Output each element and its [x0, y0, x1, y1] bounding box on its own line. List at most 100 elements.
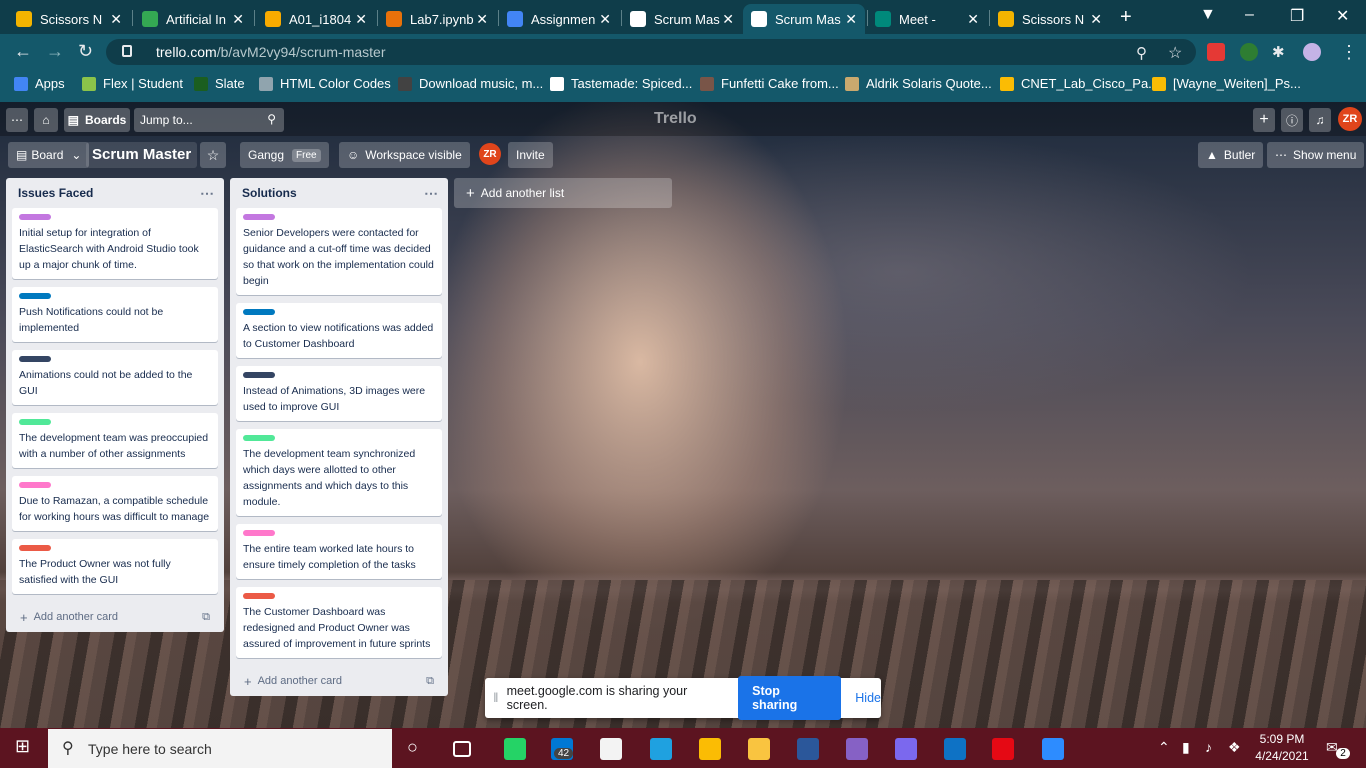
card-label[interactable] — [19, 419, 51, 425]
bookmark-item[interactable]: Download music, m... — [398, 76, 543, 91]
add-card-button[interactable]: + Add another card ⧉ — [230, 666, 448, 696]
card[interactable]: The entire team worked late hours to ens… — [236, 524, 442, 579]
star-board-icon[interactable]: ☆ — [200, 142, 226, 168]
card[interactable]: A section to view notifications was adde… — [236, 303, 442, 358]
member-avatar[interactable]: ZR — [1338, 107, 1362, 131]
visual-studio-icon[interactable] — [846, 738, 868, 760]
card-label[interactable] — [19, 293, 51, 299]
card-label[interactable] — [243, 214, 275, 220]
zoom-icon[interactable]: ⚲ — [1136, 44, 1147, 62]
back-button[interactable]: ← — [14, 41, 32, 62]
tab-search-icon[interactable]: ▼ — [1200, 6, 1216, 24]
card[interactable]: The development team was preoccupied wit… — [12, 413, 218, 468]
browser-tab[interactable]: Scissors N ✕ — [8, 4, 130, 34]
card[interactable]: Senior Developers were contacted for gui… — [236, 208, 442, 295]
card[interactable]: Due to Ramazan, a compatible schedule fo… — [12, 476, 218, 531]
browser-tab[interactable]: Artificial In ✕ — [134, 4, 252, 34]
browser-tab[interactable]: A01_i1804 ✕ — [257, 4, 375, 34]
card-label[interactable] — [243, 372, 275, 378]
chrome-menu-icon[interactable]: ⋮ — [1340, 42, 1358, 63]
bookmark-item[interactable]: CNET_Lab_Cisco_Pa... — [1000, 76, 1159, 91]
card-label[interactable] — [243, 435, 275, 441]
whatsapp-icon[interactable] — [504, 738, 526, 760]
close-tab-icon[interactable]: ✕ — [355, 11, 367, 28]
zoom-icon[interactable] — [1042, 738, 1064, 760]
close-tab-icon[interactable]: ✕ — [722, 11, 734, 28]
windows-start-icon[interactable]: ⊞ — [15, 736, 30, 757]
clock[interactable]: 5:09 PM 4/24/2021 — [1252, 732, 1312, 763]
task-view-icon[interactable] — [453, 741, 471, 757]
bookmark-item[interactable]: [Wayne_Weiten]_Ps... — [1152, 76, 1301, 91]
list-title[interactable]: Issues Faced — [18, 186, 93, 200]
bookmark-item[interactable]: Funfetti Cake from... — [700, 76, 839, 91]
bookmark-item[interactable]: Apps — [14, 76, 65, 91]
jump-to-search[interactable]: Jump to... ⚲ — [134, 108, 284, 132]
lock-icon[interactable] — [122, 45, 132, 57]
card[interactable]: Instead of Animations, 3D images were us… — [236, 366, 442, 421]
board-member-avatar[interactable]: ZR — [479, 143, 501, 165]
create-plus-icon[interactable]: + — [1253, 108, 1275, 132]
browser-tab[interactable]: Scrum Mas ✕ — [622, 4, 742, 34]
list-title[interactable]: Solutions — [242, 186, 297, 200]
close-tab-icon[interactable]: ✕ — [967, 11, 979, 28]
card-label[interactable] — [19, 214, 51, 220]
show-menu-button[interactable]: ⋯ Show menu — [1267, 142, 1365, 168]
browser-icon[interactable] — [944, 738, 966, 760]
home-icon[interactable]: ⌂ — [34, 108, 58, 132]
close-tab-icon[interactable]: ✕ — [110, 11, 122, 28]
extension-icon[interactable] — [1240, 43, 1258, 61]
drag-handle-icon[interactable]: ‖ — [485, 691, 507, 705]
butler-button[interactable]: ▲ Butler — [1198, 142, 1264, 168]
bookmark-item[interactable]: Aldrik Solaris Quote... — [845, 76, 992, 91]
add-list-button[interactable]: + Add another list — [454, 178, 672, 208]
list-menu-icon[interactable]: ⋯ — [424, 185, 438, 202]
minimize-button[interactable]: – — [1245, 6, 1254, 24]
speaker-icon[interactable]: ♪ — [1205, 739, 1212, 755]
netflix-icon[interactable] — [992, 738, 1014, 760]
list-header[interactable]: Issues Faced ⋯ — [6, 178, 224, 208]
board-title[interactable]: Scrum Master — [86, 142, 198, 168]
card-label[interactable] — [19, 356, 51, 362]
board-view-switcher[interactable]: ▤ Board ⌄ — [8, 142, 90, 168]
restore-button[interactable]: ❐ — [1290, 6, 1304, 26]
bookmark-item[interactable]: HTML Color Codes — [259, 76, 391, 91]
card-label[interactable] — [243, 309, 275, 315]
browser-tab[interactable]: Assignmen ✕ — [499, 4, 619, 34]
profile-avatar[interactable] — [1303, 43, 1321, 61]
browser-tab[interactable]: Lab7.ipynb ✕ — [378, 4, 496, 34]
bookmark-star-icon[interactable]: ☆ — [1168, 43, 1182, 63]
reload-button[interactable]: ↻ — [78, 41, 93, 62]
close-tab-icon[interactable]: ✕ — [232, 11, 244, 28]
card[interactable]: Animations could not be added to the GUI — [12, 350, 218, 405]
address-bar[interactable]: trello.com/b/avM2vy94/scrum-master — [106, 39, 1196, 65]
close-tab-icon[interactable]: ✕ — [476, 11, 488, 28]
card[interactable]: Initial setup for integration of Elastic… — [12, 208, 218, 279]
edge-icon[interactable] — [650, 738, 672, 760]
chevron-up-icon[interactable]: ⌃ — [1158, 739, 1170, 756]
forward-button[interactable]: → — [46, 41, 64, 62]
card-template-icon[interactable]: ⧉ — [202, 611, 210, 624]
hide-button[interactable]: Hide — [855, 691, 881, 705]
word-icon[interactable] — [797, 738, 819, 760]
bookmark-item[interactable]: Tastemade: Spiced... — [550, 76, 692, 91]
list-header[interactable]: Solutions ⋯ — [230, 178, 448, 208]
stop-sharing-button[interactable]: Stop sharing — [738, 676, 842, 720]
new-tab-button[interactable]: + — [1120, 6, 1132, 29]
card-label[interactable] — [19, 545, 51, 551]
taskbar-search[interactable]: ⚲ Type here to search — [48, 729, 392, 768]
store-icon[interactable] — [600, 738, 622, 760]
invite-button[interactable]: Invite — [508, 142, 553, 168]
card-label[interactable] — [243, 530, 275, 536]
close-tab-icon[interactable]: ✕ — [845, 11, 857, 28]
browser-tab[interactable]: Meet - ✕ — [867, 4, 987, 34]
card[interactable]: The development team synchronized which … — [236, 429, 442, 516]
bookmark-item[interactable]: Flex | Student — [82, 76, 183, 91]
card-label[interactable] — [19, 482, 51, 488]
file-explorer-icon[interactable] — [748, 738, 770, 760]
browser-tab[interactable]: Scrum Mas ✕ — [743, 4, 865, 34]
visibility-button[interactable]: ☺ Workspace visible — [339, 142, 470, 168]
apps-grid-icon[interactable]: ⋯ — [6, 108, 28, 132]
card-label[interactable] — [243, 593, 275, 599]
browser-tab[interactable]: Scissors N ✕ — [990, 4, 1110, 34]
game-icon[interactable] — [895, 738, 917, 760]
